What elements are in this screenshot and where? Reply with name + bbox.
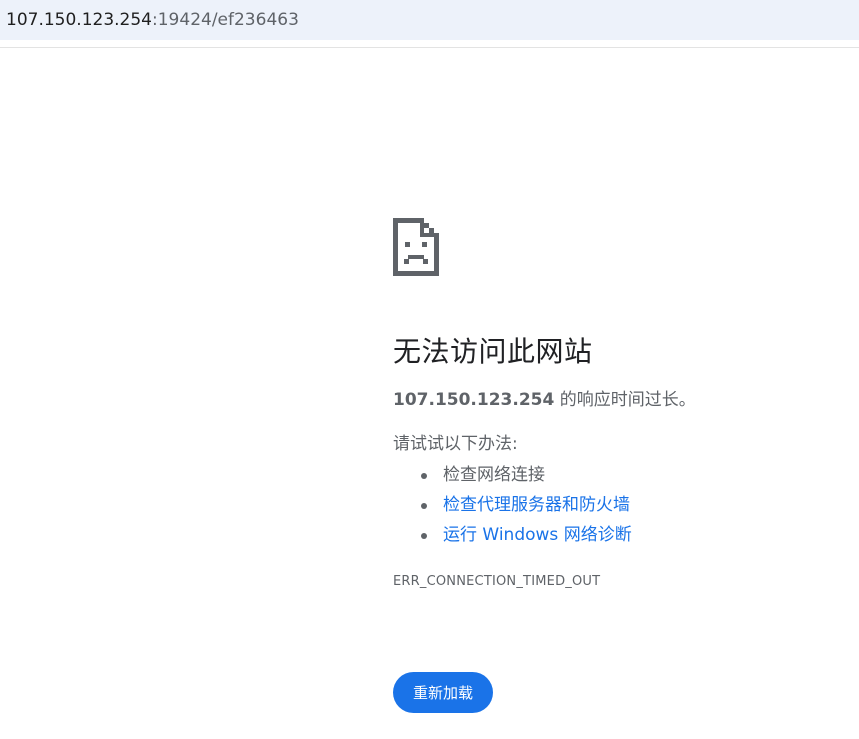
suggestion-check-network-text: 检查网络连接	[443, 465, 545, 485]
suggestion-run-diagnostics: 运行 Windows 网络诊断	[421, 520, 833, 550]
summary-text: 的响应时间过长。	[554, 390, 696, 410]
suggestions-list: 检查网络连接 检查代理服务器和防火墙 运行 Windows 网络诊断	[393, 460, 833, 550]
check-proxy-firewall-link[interactable]: 检查代理服务器和防火墙	[443, 495, 630, 515]
suggestions-heading: 请试试以下办法:	[393, 434, 518, 454]
address-bar-divider	[0, 47, 859, 48]
suggestion-check-proxy: 检查代理服务器和防火墙	[421, 490, 833, 520]
suggestion-check-network: 检查网络连接	[421, 460, 833, 490]
url-host: 107.150.123.254	[6, 10, 153, 30]
sad-document-icon	[393, 218, 439, 276]
run-network-diagnostics-link[interactable]: 运行 Windows 网络诊断	[443, 525, 632, 545]
url-path: :19424/ef236463	[152, 10, 299, 30]
error-content: 无法访问此网站 107.150.123.254 的响应时间过长。 请试试以下办法…	[393, 218, 833, 589]
error-summary: 107.150.123.254 的响应时间过长。	[393, 388, 833, 412]
summary-host: 107.150.123.254	[393, 390, 555, 410]
error-code: ERR_CONNECTION_TIMED_OUT	[393, 574, 601, 589]
reload-button[interactable]: 重新加载	[393, 672, 494, 713]
error-headline: 无法访问此网站	[393, 335, 593, 368]
address-bar[interactable]: 107.150.123.254:19424/ef236463	[0, 0, 859, 40]
